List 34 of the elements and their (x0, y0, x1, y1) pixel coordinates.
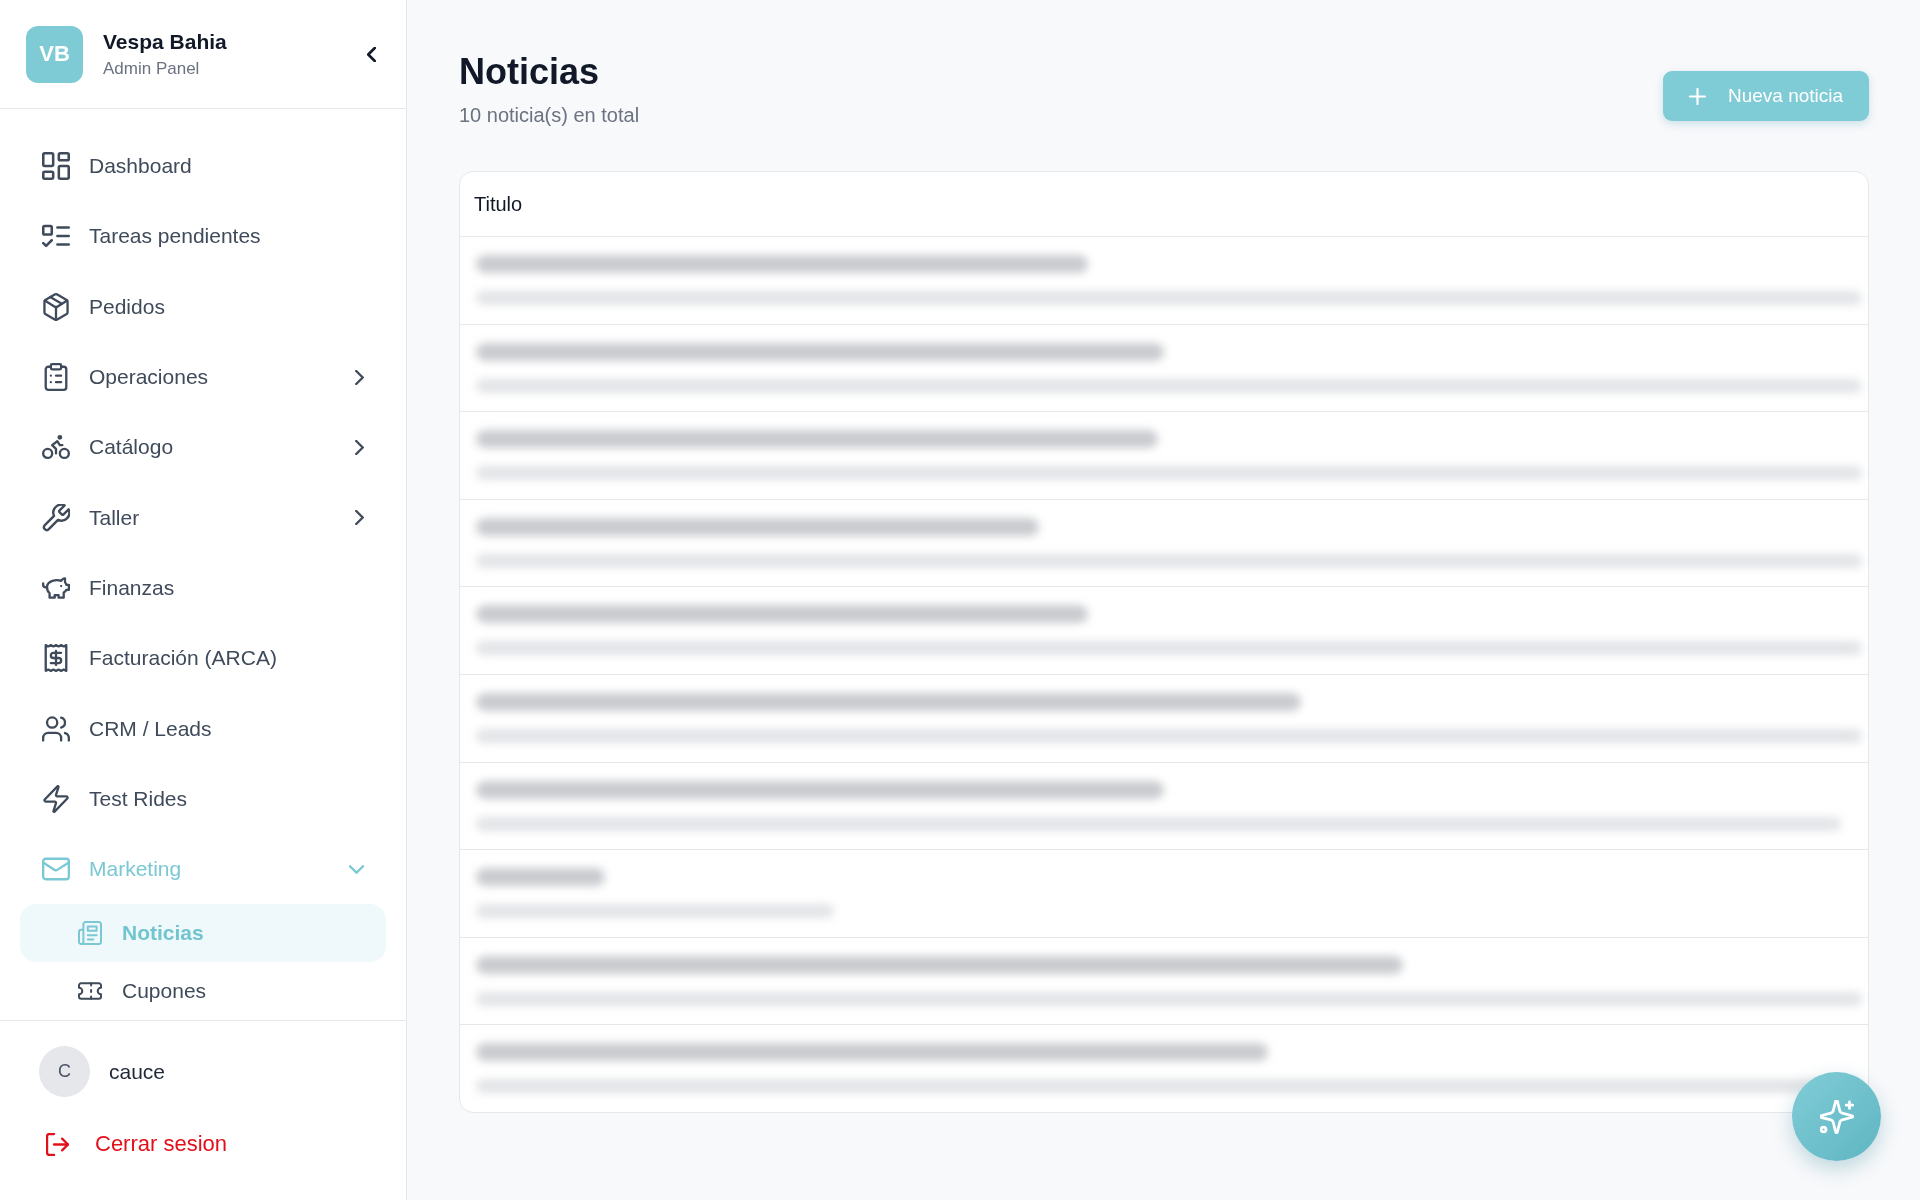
nav-item[interactable]: Facturación (ARCA) (20, 623, 386, 694)
nav-group[interactable]: Taller (20, 482, 386, 553)
logout-icon (46, 1132, 69, 1156)
nav-item[interactable]: Test Rides (20, 763, 386, 834)
people-icon (42, 714, 70, 743)
collapse-sidebar-button[interactable] (365, 44, 378, 64)
nav-item[interactable]: CRM / Leads (20, 693, 386, 764)
brand-subtitle: Admin Panel (103, 58, 201, 79)
nav-item[interactable]: Pedidos (20, 271, 386, 342)
brand-name: Vespa Bahia (103, 29, 228, 54)
bicycle-icon (42, 433, 70, 462)
user-name: cauce (109, 1059, 166, 1084)
nav-item[interactable]: Dashboard (20, 131, 386, 202)
lightning-icon (42, 784, 70, 813)
nav-group[interactable]: Operaciones (20, 341, 386, 413)
brand-logo: VB (26, 25, 83, 83)
nav-subitem[interactable]: Cupones (20, 962, 386, 1020)
page-subtitle: 10 noticia(s) en total (459, 104, 640, 127)
page-title: Noticias (459, 50, 601, 94)
clipboard-icon (42, 363, 70, 392)
chevron-left-icon (367, 46, 376, 62)
grid-icon (42, 152, 70, 181)
nav-item[interactable]: Tareas pendientes (20, 201, 386, 272)
sparkle-icon (1819, 1099, 1854, 1134)
plus-icon (1688, 87, 1706, 105)
box-icon (42, 292, 70, 321)
receipt-icon (42, 644, 70, 673)
wrench-icon (42, 503, 70, 532)
nav-group[interactable]: Catálogo (20, 412, 386, 483)
nav-item[interactable]: Finanzas (20, 552, 386, 624)
newspaper-icon (78, 921, 102, 946)
logout-button[interactable]: Cerrar sesion (39, 1127, 228, 1161)
user-avatar: C (39, 1046, 90, 1097)
column-header: Titulo (474, 192, 523, 216)
